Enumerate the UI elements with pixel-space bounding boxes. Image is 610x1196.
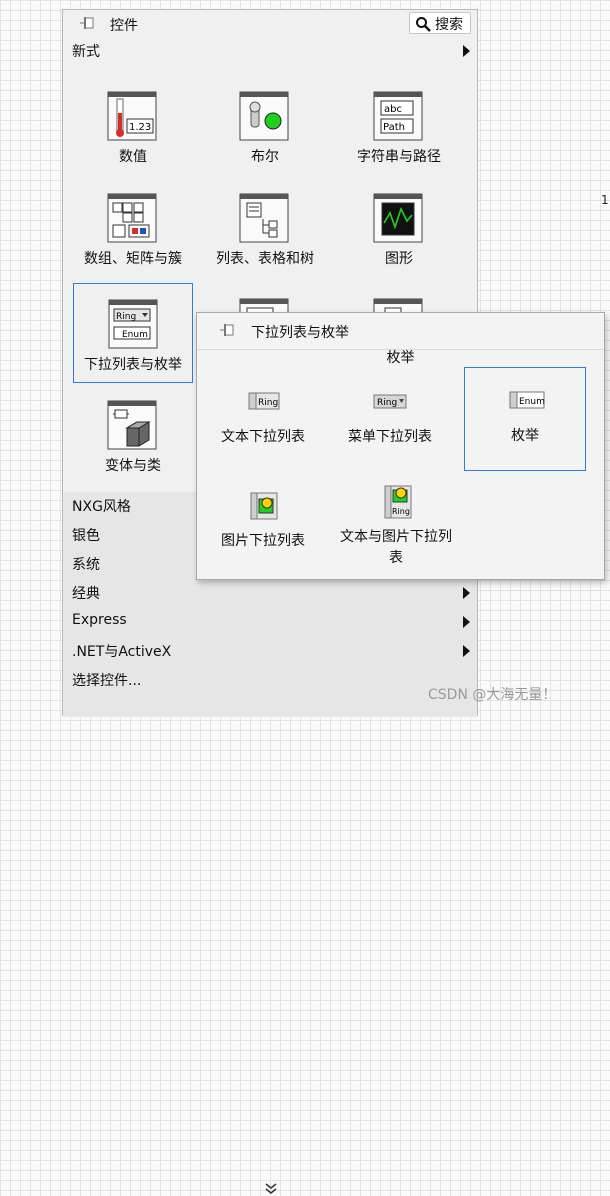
pin-icon[interactable] [219,323,237,337]
svg-text:Ring: Ring [258,398,278,408]
text-ring-icon: Ring [248,392,280,410]
category-label: 选择控件... [72,673,142,689]
subpalette-item-label: 文本与图片下拉列表 [340,529,452,566]
subpalette-item-picture-ring[interactable]: 图片下拉列表 [202,473,324,577]
submenu-arrow-icon [463,45,470,57]
graph-icon [373,193,423,243]
ring-enum-icon: Ring Enum [108,299,158,349]
subpalette-item-label: 图片下拉列表 [221,533,305,549]
palette-item-array-cluster[interactable]: 数组、矩阵与簇 [73,178,193,278]
category-classic[interactable]: 经典 [63,579,477,607]
string-path-icon: abc Path [373,91,423,141]
palette-item-label: 变体与类 [105,458,161,474]
canvas-edge-number: 1 [601,193,609,207]
list-table-tree-icon [239,193,289,243]
subpalette-item-label: 枚举 [511,428,539,444]
subpalette-item-label: 菜单下拉列表 [348,429,432,445]
category-dotnet-activex[interactable]: .NET与ActiveX [63,637,477,665]
category-select-control[interactable]: 选择控件... [63,666,477,694]
category-label: .NET与ActiveX [72,644,172,660]
svg-text:Enum: Enum [122,330,148,340]
category-label: Express [72,612,127,628]
palette-item-label: 数值 [119,149,147,165]
svg-text:Path: Path [383,122,405,133]
submenu-arrow-icon [463,616,470,628]
category-label: 经典 [72,586,100,602]
text-picture-ring-icon: Ring [384,485,412,519]
svg-text:abc: abc [384,104,402,115]
palette-titlebar[interactable]: 控件 搜索 [63,10,477,37]
category-modern[interactable]: 新式 [63,37,477,65]
category-label: 银色 [72,528,100,544]
palette-item-graph[interactable]: 图形 [339,178,459,278]
svg-text:Ring: Ring [377,398,397,408]
palette-item-string-path[interactable]: abc Path 字符串与路径 [339,76,459,176]
subpalette-item-text-ring[interactable]: Ring 文本下拉列表 [202,369,324,473]
category-label: 系统 [72,557,100,573]
palette-item-label: 布尔 [251,149,279,165]
submenu-arrow-icon [463,645,470,657]
scroll-down-icon[interactable] [263,1182,279,1196]
subpalette-item-enum[interactable]: Enum 枚举 [464,367,586,471]
svg-text:Ring: Ring [116,312,136,322]
search-button[interactable]: 搜索 [409,12,471,34]
search-label: 搜索 [435,17,463,33]
palette-item-list-table-tree[interactable]: 列表、表格和树 [205,178,325,278]
svg-text:Enum: Enum [519,397,545,407]
palette-item-ring-enum[interactable]: Ring Enum 下拉列表与枚举 [73,283,193,383]
category-label: NXG风格 [72,499,131,515]
svg-text:1.23: 1.23 [129,122,151,133]
variant-class-icon [107,400,157,450]
svg-text:Ring: Ring [392,507,410,516]
subpalette-item-label: 文本下拉列表 [221,429,305,445]
palette-item-label: 图形 [385,251,413,267]
palette-item-label: 数组、矩阵与簇 [84,251,182,267]
watermark: CSDN @大海无量！ [428,687,557,703]
search-icon [416,17,431,32]
picture-ring-icon [250,492,278,520]
boolean-icon [239,91,289,141]
palette-item-boolean[interactable]: 布尔 [205,76,325,176]
subpalette-title: 下拉列表与枚举 [251,325,349,341]
array-matrix-cluster-icon [107,193,157,243]
category-label: 新式 [72,44,100,60]
ring-enum-subpalette: 下拉列表与枚举 枚举 Ring 文本下拉列表 Ring 菜单下拉列表 Enum … [196,312,605,580]
palette-item-label: 字符串与路径 [357,149,441,165]
category-express[interactable]: Express [63,608,477,636]
palette-item-label: 列表、表格和树 [216,251,314,267]
pin-icon[interactable] [79,16,97,30]
subpalette-titlebar[interactable]: 下拉列表与枚举 [197,313,604,350]
palette-item-numeric[interactable]: 1.23 数值 [73,76,193,176]
enum-icon: Enum [509,391,545,409]
palette-item-label: 下拉列表与枚举 [84,357,182,373]
subpalette-item-text-picture-ring[interactable]: Ring 文本与图片下拉列表 [336,473,456,577]
submenu-arrow-icon [463,587,470,599]
section-title: 枚举 [386,350,415,366]
palette-title: 控件 [110,18,138,34]
palette-item-variant-class[interactable]: 变体与类 [73,385,193,485]
subpalette-item-menu-ring[interactable]: Ring 菜单下拉列表 [329,369,451,473]
numeric-icon: 1.23 [107,91,157,141]
menu-ring-icon: Ring [373,394,407,409]
